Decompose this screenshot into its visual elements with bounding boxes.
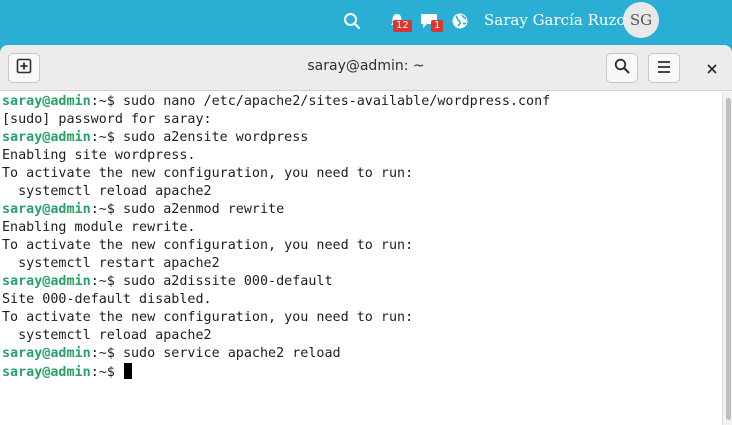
notifications-count-badge: 12 <box>393 20 412 32</box>
prompt-path: :~$ <box>90 274 123 289</box>
scrollbar[interactable] <box>722 92 732 425</box>
terminal-prompt-line: saray@admin:~$ sudo a2ensite wordpress <box>2 129 722 147</box>
close-button[interactable] <box>700 57 724 79</box>
terminal-output-line: systemctl reload apache2 <box>2 184 212 199</box>
window-headerbar: saray@admin: ~ <box>0 45 732 91</box>
prompt-path: :~$ <box>90 346 123 361</box>
avatar[interactable]: SG <box>623 2 659 38</box>
prompt-user: saray@admin <box>2 365 91 380</box>
menu-button[interactable] <box>648 53 680 83</box>
search-icon[interactable] <box>340 9 364 33</box>
terminal-output-line: To activate the new configuration, you n… <box>2 166 414 181</box>
scrollbar-thumb[interactable] <box>726 98 731 420</box>
terminal-output-line: To activate the new configuration, you n… <box>2 238 414 253</box>
terminal-output-line: systemctl reload apache2 <box>2 328 212 343</box>
messages-count-badge: 1 <box>431 20 444 32</box>
prompt-user: saray@admin <box>2 94 91 109</box>
prompt-user: saray@admin <box>2 202 91 217</box>
terminal-output-line: Enabling module rewrite. <box>2 220 196 235</box>
terminal-cursor <box>123 363 132 379</box>
search-icon <box>614 58 630 78</box>
command-text: sudo a2enmod rewrite <box>122 202 285 217</box>
terminal-prompt-line: saray@admin:~$ sudo service apache2 relo… <box>2 345 722 363</box>
terminal-prompt-line: saray@admin:~$ sudo a2enmod rewrite <box>2 201 722 219</box>
prompt-path: :~$ <box>90 365 123 380</box>
command-text: sudo a2dissite 000-default <box>122 274 333 289</box>
prompt-path: :~$ <box>90 202 123 217</box>
search-button[interactable] <box>606 53 638 83</box>
prompt-path: :~$ <box>90 130 123 145</box>
prompt-user: saray@admin <box>2 274 91 289</box>
prompt-path: :~$ <box>90 94 123 109</box>
terminal-window: saray@admin: ~ saray@admin:~$ sudo nano … <box>0 45 732 425</box>
terminal-prompt-line: saray@admin:~$ sudo nano /etc/apache2/si… <box>2 93 722 111</box>
prompt-user: saray@admin <box>2 346 91 361</box>
terminal-output-line: systemctl restart apache2 <box>2 256 220 271</box>
avatar-initials: SG <box>629 11 653 29</box>
menu-icon <box>656 59 672 78</box>
close-icon <box>707 59 717 78</box>
terminal-output-line: [sudo] password for saray: <box>2 112 212 127</box>
network-globe-icon[interactable] <box>448 9 472 33</box>
terminal-prompt-line: saray@admin:~$ <box>2 363 722 381</box>
terminal-output-line: Site 000-default disabled. <box>2 292 212 307</box>
prompt-user: saray@admin <box>2 130 91 145</box>
top-panel: 12 1 Saray García Ruzo SG <box>0 0 732 44</box>
command-text: sudo service apache2 reload <box>122 346 341 361</box>
user-name[interactable]: Saray García Ruzo <box>484 10 625 30</box>
command-text: sudo nano /etc/apache2/sites-available/w… <box>122 94 551 109</box>
terminal-output-line: To activate the new configuration, you n… <box>2 310 414 325</box>
terminal-output[interactable]: saray@admin:~$ sudo nano /etc/apache2/si… <box>0 92 722 425</box>
terminal-output-line: Enabling site wordpress. <box>2 148 196 163</box>
terminal-prompt-line: saray@admin:~$ sudo a2dissite 000-defaul… <box>2 273 722 291</box>
command-text: sudo a2ensite wordpress <box>122 130 309 145</box>
